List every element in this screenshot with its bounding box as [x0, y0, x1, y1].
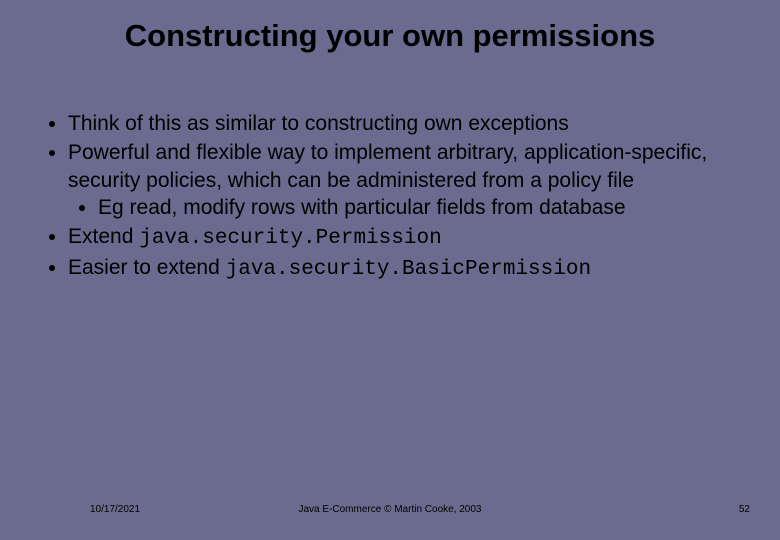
bullet-item: Think of this as similar to constructing…: [68, 110, 738, 137]
bullet-item: Easier to extend java.security.BasicPerm…: [68, 254, 738, 283]
bullet-text: Powerful and flexible way to implement a…: [68, 141, 707, 191]
bullet-list: Think of this as similar to constructing…: [42, 110, 738, 284]
footer-copyright: Java E-Commerce © Martin Cooke, 2003: [0, 504, 780, 515]
bullet-text: Extend: [68, 225, 139, 248]
bullet-item: Extend java.security.Permission: [68, 223, 738, 252]
bullet-item: Powerful and flexible way to implement a…: [68, 139, 738, 221]
slide-title: Constructing your own permissions: [0, 18, 780, 54]
code-text: java.security.Permission: [139, 227, 441, 250]
slide-footer: 10/17/2021 Java E-Commerce © Martin Cook…: [0, 504, 780, 520]
bullet-text: Easier to extend: [68, 256, 226, 279]
code-text: java.security.BasicPermission: [226, 258, 591, 281]
footer-page-number: 52: [739, 504, 750, 515]
slide-body: Think of this as similar to constructing…: [42, 110, 738, 286]
slide: Constructing your own permissions Think …: [0, 0, 780, 540]
sub-bullet-item: Eg read, modify rows with particular fie…: [98, 194, 738, 221]
sub-bullet-list: Eg read, modify rows with particular fie…: [68, 194, 738, 221]
